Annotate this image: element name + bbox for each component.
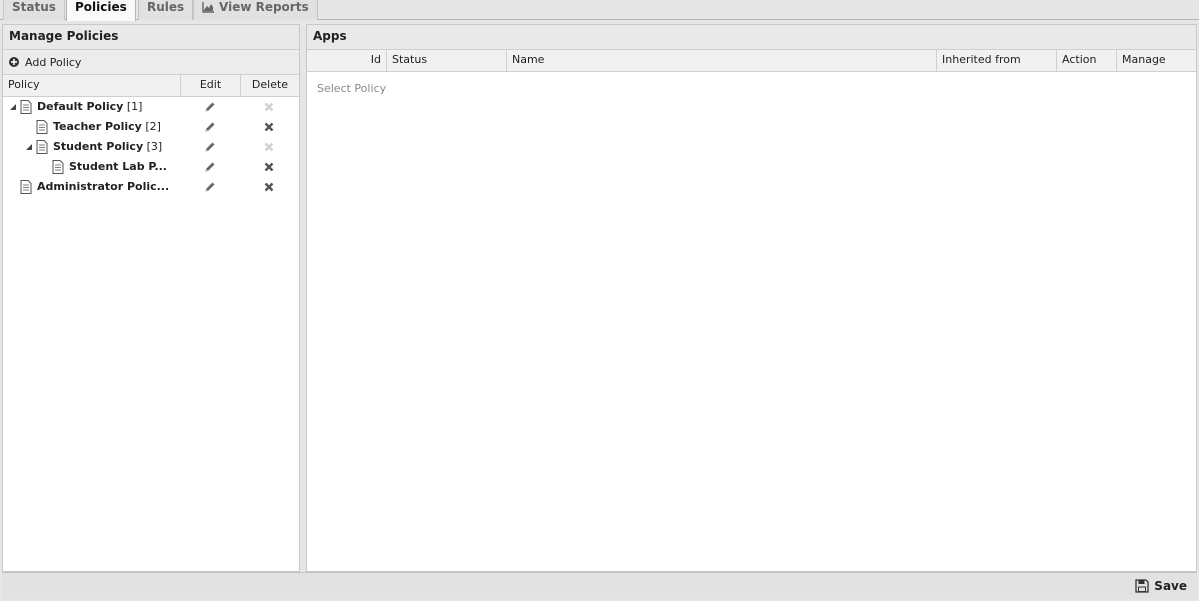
column-header-action[interactable]: Action [1057, 50, 1117, 71]
policy-row-student[interactable]: Student Policy [3] [3, 137, 299, 157]
delete-disabled-icon [264, 102, 274, 112]
save-label: Save [1154, 579, 1187, 593]
apps-panel: Apps Id Status Name Inherited from Actio… [306, 24, 1197, 572]
pencil-icon[interactable] [204, 101, 216, 113]
pencil-icon[interactable] [204, 141, 216, 153]
policies-grid-header: Policy Edit Delete [3, 75, 299, 97]
tab-status[interactable]: Status [3, 0, 65, 20]
expanded-triangle-icon[interactable] [24, 142, 34, 152]
policy-tree: Default Policy [1] Teacher Policy [2] St… [3, 97, 299, 197]
policy-row-administrator[interactable]: Administrator Polic... [3, 177, 299, 197]
tab-rules[interactable]: Rules [138, 0, 194, 20]
tab-view-reports[interactable]: View Reports [193, 0, 318, 20]
apps-grid-header: Id Status Name Inherited from Action Man… [307, 50, 1196, 72]
save-button[interactable]: Save [1135, 579, 1187, 593]
pencil-icon[interactable] [204, 161, 216, 173]
delete-icon[interactable] [264, 182, 274, 192]
policy-id: [1] [126, 100, 143, 113]
empty-grid-message: Select Policy [317, 82, 387, 95]
document-icon [36, 120, 48, 134]
tab-policies-label: Policies [75, 0, 127, 14]
bottom-toolbar: Save [2, 572, 1197, 599]
column-header-id[interactable]: Id [307, 50, 387, 71]
delete-icon[interactable] [264, 162, 274, 172]
tab-status-label: Status [12, 0, 56, 14]
tab-bar: Status Policies Rules View Reports [0, 0, 1199, 21]
tab-rules-label: Rules [147, 0, 185, 14]
tab-policies[interactable]: Policies [66, 0, 136, 21]
pencil-icon[interactable] [204, 121, 216, 133]
manage-policies-title: Manage Policies [3, 25, 299, 50]
add-policy-label: Add Policy [25, 55, 82, 69]
column-header-delete[interactable]: Delete [241, 75, 299, 96]
policy-id: [2] [145, 120, 161, 133]
document-icon [36, 140, 48, 154]
column-header-edit[interactable]: Edit [181, 75, 241, 96]
document-icon [20, 100, 32, 114]
tab-view-reports-label: View Reports [219, 0, 309, 14]
chart-icon [202, 2, 214, 13]
delete-disabled-icon [264, 142, 274, 152]
policy-id: [3] [146, 140, 163, 153]
floppy-disk-icon [1135, 579, 1149, 593]
policy-row-teacher[interactable]: Teacher Policy [2] [3, 117, 299, 137]
delete-icon[interactable] [264, 122, 274, 132]
policy-name: Teacher Policy [53, 120, 142, 133]
policy-row-default[interactable]: Default Policy [1] [3, 97, 299, 117]
add-policy-button[interactable]: Add Policy [9, 56, 81, 69]
column-header-name[interactable]: Name [507, 50, 937, 71]
column-header-status[interactable]: Status [387, 50, 507, 71]
policy-name: Student Lab P... [69, 160, 167, 173]
column-header-policy[interactable]: Policy [3, 75, 181, 96]
policy-name: Default Policy [37, 100, 124, 113]
policies-toolbar: Add Policy [3, 50, 299, 75]
manage-policies-panel: Manage Policies Add Policy Policy Edit D… [2, 24, 300, 572]
column-header-inherited-from[interactable]: Inherited from [937, 50, 1057, 71]
pencil-icon[interactable] [204, 181, 216, 193]
apps-title: Apps [307, 25, 1196, 50]
column-header-manage[interactable]: Manage [1117, 50, 1196, 71]
policy-name: Student Policy [53, 140, 144, 153]
policy-name: Administrator Polic... [37, 180, 170, 193]
expanded-triangle-icon[interactable] [8, 102, 18, 112]
policy-row-student-lab[interactable]: Student Lab P... [3, 157, 299, 177]
document-icon [52, 160, 64, 174]
document-icon [20, 180, 32, 194]
plus-circle-icon [9, 57, 19, 67]
